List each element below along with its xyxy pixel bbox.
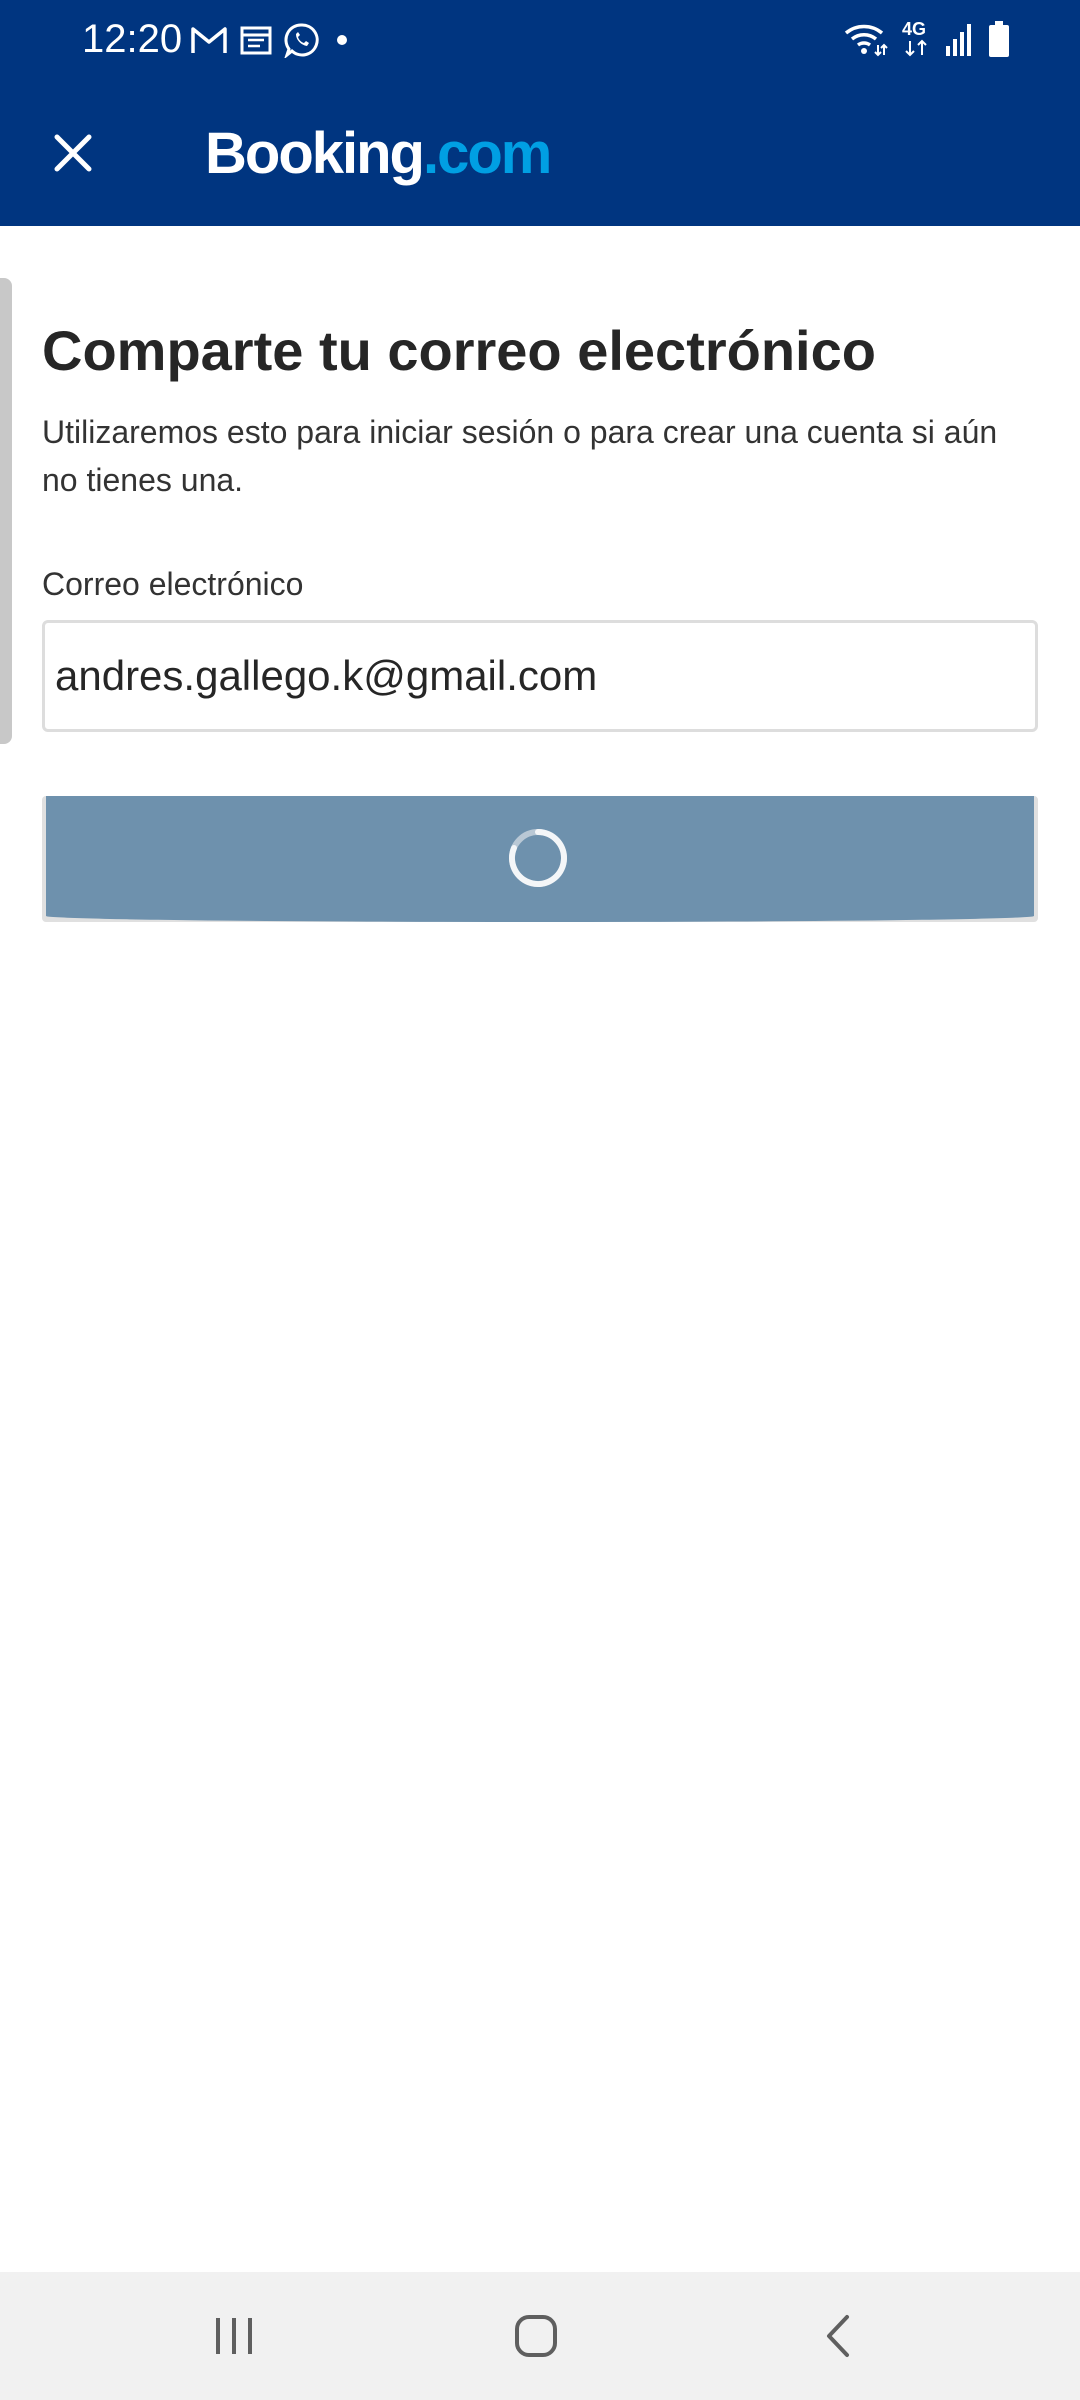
recents-icon (216, 2318, 252, 2354)
status-system-icons: 4G (844, 18, 1010, 60)
whatsapp-icon (284, 23, 319, 58)
close-button[interactable] (28, 108, 118, 198)
logo-main-text: Booking (205, 121, 425, 186)
logo-tld-text: .com (422, 121, 552, 186)
home-button[interactable] (476, 2296, 596, 2376)
edge-panel-handle[interactable] (0, 278, 12, 744)
page-subtitle: Utilizaremos esto para iniciar sesión o … (42, 414, 998, 498)
home-icon (515, 2315, 557, 2357)
close-icon (54, 134, 92, 172)
signal-icon (946, 24, 971, 56)
status-bar: 12:20 4G (0, 0, 1080, 78)
loading-spinner-icon (509, 829, 567, 887)
booking-logo: Booking.com (205, 118, 552, 190)
notification-dot-icon (337, 35, 347, 45)
email-label: Correo electrónico (42, 566, 304, 602)
battery-icon (989, 21, 1009, 57)
system-navigation-bar (0, 2272, 1080, 2400)
page-title: Comparte tu correo electrónico (42, 319, 876, 382)
continue-button[interactable] (42, 796, 1038, 922)
back-icon (827, 2315, 849, 2357)
status-time: 12:20 (82, 17, 183, 61)
mobile-data-icon: 4G (902, 19, 930, 59)
gmail-icon (191, 27, 227, 53)
network-type-label: 4G (902, 19, 927, 39)
app-bar: Booking.com (0, 78, 1080, 226)
wifi-icon (844, 24, 888, 57)
email-field[interactable] (42, 620, 1038, 732)
status-notification-icons (190, 20, 352, 60)
recents-button[interactable] (174, 2296, 294, 2376)
back-button[interactable] (778, 2296, 898, 2376)
calendar-icon (240, 26, 272, 55)
